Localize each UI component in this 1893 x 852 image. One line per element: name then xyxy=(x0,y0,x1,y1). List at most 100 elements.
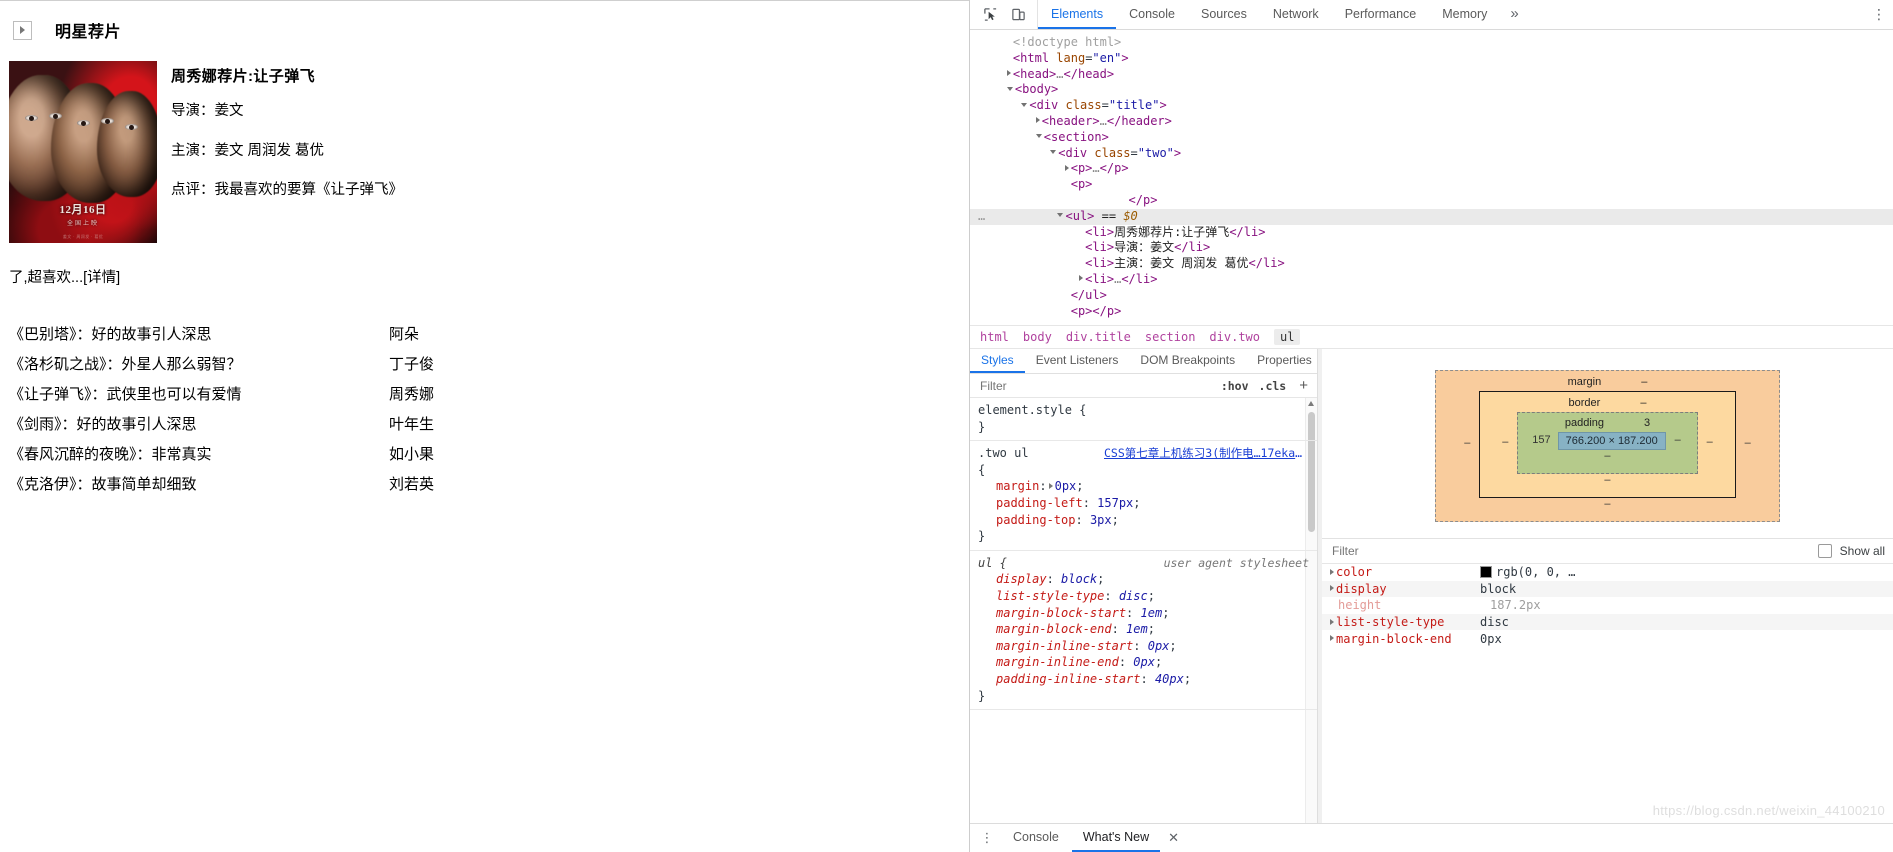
review-continuation-line[interactable]: 了,超喜欢...[详情] xyxy=(0,243,969,287)
tab-styles[interactable]: Styles xyxy=(970,349,1025,373)
dom-node-line[interactable]: … <ul> == $0 xyxy=(970,208,1893,225)
box-model-padding-right[interactable]: – xyxy=(1673,434,1683,446)
style-declaration[interactable]: margin-inline-end: 0px; xyxy=(978,654,1309,671)
style-declaration[interactable]: display: block; xyxy=(978,571,1309,588)
expand-arrow-icon[interactable] xyxy=(1330,635,1334,642)
dom-node-line[interactable]: </p> xyxy=(970,193,1893,209)
expand-arrow-icon[interactable] xyxy=(1064,164,1069,171)
inspect-element-icon[interactable] xyxy=(980,5,1000,25)
tab-console[interactable]: Console xyxy=(1116,0,1188,29)
dom-node-line[interactable]: <head>…</head> xyxy=(970,67,1893,83)
declaration-property[interactable]: padding-top xyxy=(996,513,1075,527)
computed-property-name[interactable]: height xyxy=(1328,598,1490,612)
element-classes-button[interactable]: .cls xyxy=(1257,379,1289,393)
box-model-border-left[interactable]: – xyxy=(1500,436,1510,448)
declaration-value[interactable]: 40px xyxy=(1155,672,1184,686)
declaration-value[interactable]: 1em xyxy=(1141,606,1163,620)
computed-property-name[interactable]: color xyxy=(1328,565,1480,579)
declaration-value[interactable]: disc xyxy=(1119,589,1148,603)
dom-node-line[interactable]: <p>…</p> xyxy=(970,161,1893,177)
computed-property-row[interactable]: list-style-type disc xyxy=(1322,613,1893,631)
dom-node-line[interactable]: <p></p> xyxy=(970,304,1893,320)
box-model-padding-bottom[interactable]: – xyxy=(1532,450,1682,463)
computed-property-row[interactable]: margin-block-end 0px xyxy=(1322,630,1893,647)
style-rule[interactable]: element.style {} xyxy=(970,398,1317,442)
new-style-rule-button[interactable]: + xyxy=(1294,377,1313,394)
box-model-padding-left[interactable]: 157 xyxy=(1532,434,1550,446)
declaration-property[interactable]: display xyxy=(996,572,1047,586)
computed-filter-input[interactable] xyxy=(1330,543,1810,559)
computed-property-row[interactable]: color rgb(0, 0, … xyxy=(1322,564,1893,581)
drawer-tab-whats-new[interactable]: What's New xyxy=(1071,824,1161,852)
box-model-margin-top[interactable]: – xyxy=(1641,375,1647,389)
dom-node-line[interactable]: <div class="two"> xyxy=(970,146,1893,162)
tab-dom-breakpoints[interactable]: DOM Breakpoints xyxy=(1129,349,1246,373)
style-declaration[interactable]: padding-left: 157px; xyxy=(978,495,1309,512)
box-model-border-bottom[interactable]: – xyxy=(1500,474,1714,487)
computed-property-name[interactable]: margin-block-end xyxy=(1328,632,1480,646)
box-model-content-size[interactable]: 766.200 × 187.200 xyxy=(1557,431,1666,450)
computed-properties-list[interactable]: color rgb(0, 0, … display block height 187.2p… xyxy=(1322,564,1893,852)
tab-memory[interactable]: Memory xyxy=(1429,0,1500,29)
style-declaration[interactable]: margin-block-start: 1em; xyxy=(978,605,1309,622)
collapse-arrow-icon[interactable] xyxy=(1035,134,1042,139)
dom-node-line[interactable]: <body> xyxy=(970,82,1893,98)
declaration-value[interactable]: 1em xyxy=(1126,622,1148,636)
expand-arrow-icon[interactable] xyxy=(1330,618,1334,625)
declaration-property[interactable]: margin-block-end xyxy=(996,622,1112,636)
declaration-value[interactable]: 0px xyxy=(1133,655,1155,669)
list-item[interactable]: 《克洛伊》：故事简单却细致 刘若英 xyxy=(0,473,969,503)
devtools-menu-icon[interactable]: ⋮ xyxy=(1865,0,1893,29)
computed-property-name[interactable]: list-style-type xyxy=(1328,615,1480,629)
dom-node-line[interactable]: <li>导演：姜文</li> xyxy=(970,240,1893,256)
expand-arrow-icon[interactable] xyxy=(1330,568,1334,575)
dom-node-line[interactable]: <!doctype html> xyxy=(970,35,1893,51)
expand-arrow-icon[interactable] xyxy=(1079,275,1084,282)
computed-property-row[interactable]: display block xyxy=(1322,580,1893,598)
list-item[interactable]: 《巴别塔》：好的故事引人深思 阿朵 xyxy=(0,323,969,353)
list-item[interactable]: 《让子弹飞》：武侠里也可以有爱情 周秀娜 xyxy=(0,383,969,413)
play-icon[interactable] xyxy=(13,20,32,40)
box-model-margin[interactable]: margin – – border – – padding 3 157 766.… xyxy=(1435,369,1780,522)
style-rule-selector[interactable]: ul { xyxy=(978,555,1007,572)
collapse-arrow-icon[interactable] xyxy=(1050,150,1057,155)
color-swatch-icon[interactable] xyxy=(1480,566,1492,579)
declaration-value[interactable]: 3px xyxy=(1090,513,1112,527)
box-model-margin-bottom[interactable]: – xyxy=(1462,498,1752,511)
breadcrumb-item[interactable]: section xyxy=(1145,330,1196,344)
collapse-arrow-icon[interactable] xyxy=(1021,102,1028,107)
breadcrumb-item[interactable]: body xyxy=(1023,330,1052,344)
declaration-property[interactable]: padding-left xyxy=(996,496,1083,510)
list-item[interactable]: 《春风沉醉的夜晚》：非常真实 如小果 xyxy=(0,443,969,473)
style-rule[interactable]: ul {user agent stylesheet display: block;… xyxy=(970,551,1317,711)
breadcrumb-item[interactable]: div.title xyxy=(1066,330,1131,344)
dom-node-line[interactable]: <li>主演：姜文 周润发 葛优</li> xyxy=(970,256,1893,272)
collapse-arrow-icon[interactable] xyxy=(1006,86,1013,91)
dom-node-line[interactable]: <header>…</header> xyxy=(970,114,1893,130)
declaration-property[interactable]: list-style-type xyxy=(996,589,1104,603)
show-all-checkbox[interactable] xyxy=(1817,544,1832,558)
drawer-menu-icon[interactable]: ⋮ xyxy=(974,830,1000,846)
collapse-arrow-icon[interactable] xyxy=(1057,213,1064,218)
breadcrumb-item[interactable]: ul xyxy=(1274,329,1301,345)
tab-sources[interactable]: Sources xyxy=(1188,0,1260,29)
box-model-border-top[interactable]: – xyxy=(1640,396,1646,410)
declaration-property[interactable]: margin-inline-end xyxy=(996,655,1119,669)
dom-node-line[interactable]: </ul> xyxy=(970,288,1893,304)
declaration-property[interactable]: margin xyxy=(996,479,1039,493)
style-declaration[interactable]: padding-top: 3px; xyxy=(978,512,1309,529)
style-declaration[interactable]: padding-inline-start: 40px; xyxy=(978,671,1309,688)
style-rule[interactable]: .two ulCSS第七章上机练习3(制作电…17ekaus5uu4:33{ma… xyxy=(970,441,1317,551)
tab-elements[interactable]: Elements xyxy=(1038,0,1117,29)
box-model-padding[interactable]: padding 3 157 766.200 × 187.200 – – xyxy=(1517,411,1698,474)
styles-filter-input[interactable] xyxy=(978,377,1213,394)
declaration-value[interactable]: 0px xyxy=(1055,479,1077,493)
expand-arrow-icon[interactable] xyxy=(1330,585,1334,592)
box-model-border-right[interactable]: – xyxy=(1705,436,1715,448)
box-model-padding-top[interactable]: 3 xyxy=(1644,416,1650,430)
box-model-margin-left[interactable]: – xyxy=(1462,437,1472,449)
force-state-button[interactable]: :hov xyxy=(1219,379,1251,393)
drawer-tab-console[interactable]: Console xyxy=(1002,824,1070,852)
style-declaration[interactable]: list-style-type: disc; xyxy=(978,588,1309,605)
dom-tree[interactable]: <!doctype html> <html lang="en"> <head>…… xyxy=(970,30,1893,325)
